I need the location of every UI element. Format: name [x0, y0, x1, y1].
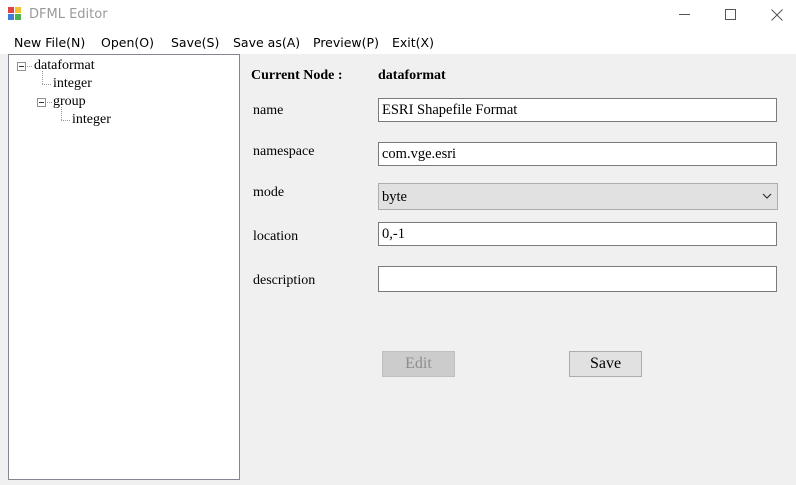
minimize-button[interactable]	[662, 0, 708, 30]
collapse-icon[interactable]	[17, 62, 26, 71]
app-window: DFML Editor New File(N) Open(O) Save(S) …	[0, 0, 796, 485]
location-label: location	[253, 229, 299, 244]
mode-select-value: byte	[382, 189, 407, 205]
name-field-value: ESRI Shapefile Format	[382, 102, 518, 118]
tree-connector	[27, 66, 33, 67]
namespace-label: namespace	[253, 144, 315, 159]
tree-node-group-integer[interactable]: integer	[72, 112, 111, 128]
namespace-field-value: com.vge.esri	[382, 146, 457, 162]
description-field[interactable]	[378, 266, 777, 292]
mode-select[interactable]: byte	[378, 183, 778, 210]
menu-save[interactable]: Save(S)	[171, 35, 219, 50]
tree-connector	[42, 84, 51, 85]
menu-open[interactable]: Open(O)	[101, 35, 154, 50]
menu-new-file[interactable]: New File(N)	[14, 35, 85, 50]
tree-connector	[61, 120, 70, 121]
location-field-value: 0,-1	[382, 226, 405, 242]
edit-button[interactable]: Edit	[382, 351, 455, 377]
close-icon	[771, 9, 783, 21]
title-bar: DFML Editor	[0, 0, 796, 30]
minimize-icon	[679, 14, 690, 15]
name-label: name	[253, 103, 284, 118]
maximize-icon	[725, 9, 736, 20]
window-title: DFML Editor	[29, 7, 108, 22]
current-node-label: Current Node :	[251, 68, 343, 83]
menu-save-as[interactable]: Save as(A)	[233, 35, 300, 50]
tree-node-integer[interactable]: integer	[53, 76, 92, 92]
chevron-down-icon	[762, 193, 772, 199]
save-button[interactable]: Save	[569, 351, 642, 377]
maximize-button[interactable]	[708, 0, 754, 30]
menu-exit[interactable]: Exit(X)	[392, 35, 434, 50]
current-node-value: dataformat	[378, 68, 446, 83]
tree-node-dataformat[interactable]: dataformat	[34, 58, 95, 74]
app-icon	[8, 7, 21, 20]
location-field[interactable]: 0,-1	[378, 222, 777, 246]
menu-bar: New File(N) Open(O) Save(S) Save as(A) P…	[0, 30, 796, 54]
namespace-field[interactable]: com.vge.esri	[378, 142, 777, 166]
tree-node-group[interactable]: group	[53, 94, 86, 110]
name-field[interactable]: ESRI Shapefile Format	[378, 98, 777, 122]
menu-preview[interactable]: Preview(P)	[313, 35, 379, 50]
close-button[interactable]	[754, 0, 796, 30]
tree-view[interactable]: dataformat integer group integer	[8, 54, 240, 480]
collapse-icon[interactable]	[37, 98, 46, 107]
description-label: description	[253, 273, 316, 288]
mode-label: mode	[253, 185, 285, 200]
